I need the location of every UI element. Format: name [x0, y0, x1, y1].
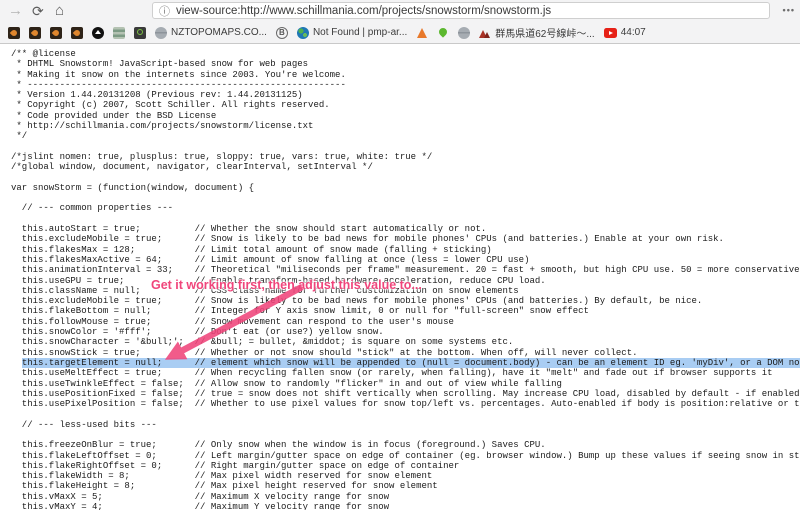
- code-line: this.useGPU = true; // Enable transform-…: [11, 276, 800, 286]
- navigation-row: → ⟳ ⌂ ⓘ view-source:http://www.schillman…: [0, 0, 800, 22]
- bookmark-label: NZTOPOMAPS.CO...: [171, 27, 267, 38]
- code-line: this.usePositionFixed = false; // true =…: [11, 389, 800, 399]
- bookmark-item[interactable]: [276, 27, 288, 39]
- code-line: /** @license: [11, 49, 800, 59]
- circle-b-favicon: [276, 27, 288, 39]
- code-line: this.useMeltEffect = true; // When recyc…: [11, 368, 800, 378]
- bookmark-label: Not Found | pmp-ar...: [313, 27, 407, 38]
- bookmark-label: 44:07: [621, 27, 646, 38]
- code-line: [11, 193, 800, 203]
- flame-favicon: [8, 27, 20, 39]
- code-line: [11, 142, 800, 152]
- code-line: * Version 1.44.20131208 (Previous rev: 1…: [11, 90, 800, 100]
- globe-favicon: [155, 27, 167, 39]
- code-line: this.className = null; // CSS class name…: [11, 286, 800, 296]
- earth-favicon: [297, 27, 309, 39]
- code-line: * DHTML Snowstorm! JavaScript-based snow…: [11, 59, 800, 69]
- address-bar[interactable]: ⓘ view-source:http://www.schillmania.com…: [152, 2, 770, 19]
- code-line: this.flakeWidth = 8; // Max pixel width …: [11, 471, 800, 481]
- url-text[interactable]: view-source:http://www.schillmania.com/p…: [176, 5, 551, 17]
- code-line: this.vMaxY = 4; // Maximum Y velocity ra…: [11, 502, 800, 510]
- layers-favicon: [113, 27, 125, 39]
- camera-lens-favicon: [134, 27, 146, 39]
- code-line: this.excludeMobile = true; // Snow is li…: [11, 296, 800, 306]
- map-pin-favicon: [437, 27, 449, 39]
- orange-cone-favicon: [416, 27, 428, 39]
- bookmark-item[interactable]: 群馬県道62号線峠〜...: [479, 25, 594, 40]
- code-line: this.vMaxX = 5; // Maximum X velocity ra…: [11, 492, 800, 502]
- home-icon[interactable]: ⌂: [55, 4, 64, 18]
- code-line: this.followMouse = true; // Snow movemen…: [11, 317, 800, 327]
- code-line: this.flakeRightOffset = 0; // Right marg…: [11, 461, 800, 471]
- flame-favicon: [29, 27, 41, 39]
- code-line: this.flakesMaxActive = 64; // Limit amou…: [11, 255, 800, 265]
- code-line: var snowStorm = (function(window, docume…: [11, 183, 800, 193]
- code-line: [11, 430, 800, 440]
- bookmark-item[interactable]: [50, 27, 62, 39]
- bookmark-item[interactable]: [92, 27, 104, 39]
- code-line: this.snowStick = true; // Whether or not…: [11, 348, 800, 358]
- browser-window: → ⟳ ⌂ ⓘ view-source:http://www.schillman…: [0, 0, 800, 510]
- code-line: * Code provided under the BSD License: [11, 111, 800, 121]
- bookmarks-bar: NZTOPOMAPS.CO... Not Found | pmp-ar... 群馬県…: [0, 22, 800, 43]
- code-line: * Making it snow on the internets since …: [11, 70, 800, 80]
- code-line: [11, 173, 800, 183]
- flame-favicon: [71, 27, 83, 39]
- info-icon[interactable]: ⓘ: [159, 3, 170, 19]
- view-source-content: /** @license * DHTML Snowstorm! JavaScri…: [0, 44, 800, 510]
- code-line: this.animationInterval = 33; // Theoreti…: [11, 265, 800, 275]
- code-line: * --------------------------------------…: [11, 80, 800, 90]
- summit-circle-favicon: [92, 27, 104, 39]
- youtube-favicon: [604, 28, 617, 38]
- code-line: this.flakesMax = 128; // Limit total amo…: [11, 245, 800, 255]
- code-line: this.useTwinkleEffect = false; // Allow …: [11, 379, 800, 389]
- red-mountain-favicon: [479, 27, 491, 39]
- bookmark-item[interactable]: Not Found | pmp-ar...: [297, 27, 407, 39]
- code-line: this.snowColor = '#fff'; // Don't eat (o…: [11, 327, 800, 337]
- reload-icon[interactable]: ⟳: [32, 4, 44, 18]
- bookmark-item[interactable]: 44:07: [604, 27, 646, 38]
- code-line: // --- common properties ---: [11, 203, 800, 213]
- bookmark-item[interactable]: [113, 27, 125, 39]
- code-line: [11, 409, 800, 419]
- bookmark-item[interactable]: [416, 27, 428, 39]
- bookmark-item[interactable]: [71, 27, 83, 39]
- globe-favicon: [458, 27, 470, 39]
- bookmark-item[interactable]: [29, 27, 41, 39]
- code-line: this.usePixelPosition = false; // Whethe…: [11, 399, 800, 409]
- code-line: this.freezeOnBlur = true; // Only snow w…: [11, 440, 800, 450]
- code-line: */: [11, 131, 800, 141]
- code-line: /*jslint nomen: true, plusplus: true, sl…: [11, 152, 800, 162]
- overflow-menu-icon[interactable]: •••: [783, 5, 795, 15]
- code-line: [11, 214, 800, 224]
- code-line: this.autoStart = true; // Whether the sn…: [11, 224, 800, 234]
- flame-favicon: [50, 27, 62, 39]
- highlighted-code-line: this.targetElement = null; // element wh…: [11, 358, 800, 368]
- bookmark-item[interactable]: [134, 27, 146, 39]
- bookmark-item[interactable]: NZTOPOMAPS.CO...: [155, 27, 267, 39]
- forward-icon[interactable]: →: [8, 4, 23, 18]
- code-line: this.flakeLeftOffset = 0; // Left margin…: [11, 451, 800, 461]
- source-code: /** @license * DHTML Snowstorm! JavaScri…: [0, 44, 800, 510]
- code-line: this.flakeHeight = 8; // Max pixel heigh…: [11, 481, 800, 491]
- bookmark-label: 群馬県道62号線峠〜...: [495, 25, 594, 40]
- code-line: // --- less-used bits ---: [11, 420, 800, 430]
- code-line: /*global window, document, navigator, cl…: [11, 162, 800, 172]
- browser-toolbar: → ⟳ ⌂ ⓘ view-source:http://www.schillman…: [0, 0, 800, 44]
- code-line: this.excludeMobile = true; // Snow is li…: [11, 234, 800, 244]
- code-line: * http://schillmania.com/projects/snowst…: [11, 121, 800, 131]
- bookmark-item[interactable]: [437, 27, 449, 39]
- code-line: this.snowCharacter = '&bull;'; // &bull;…: [11, 337, 800, 347]
- bookmark-item[interactable]: [8, 27, 20, 39]
- code-line: * Copyright (c) 2007, Scott Schiller. Al…: [11, 100, 800, 110]
- code-line: this.flakeBottom = null; // Integer for …: [11, 306, 800, 316]
- bookmark-item[interactable]: [458, 27, 470, 39]
